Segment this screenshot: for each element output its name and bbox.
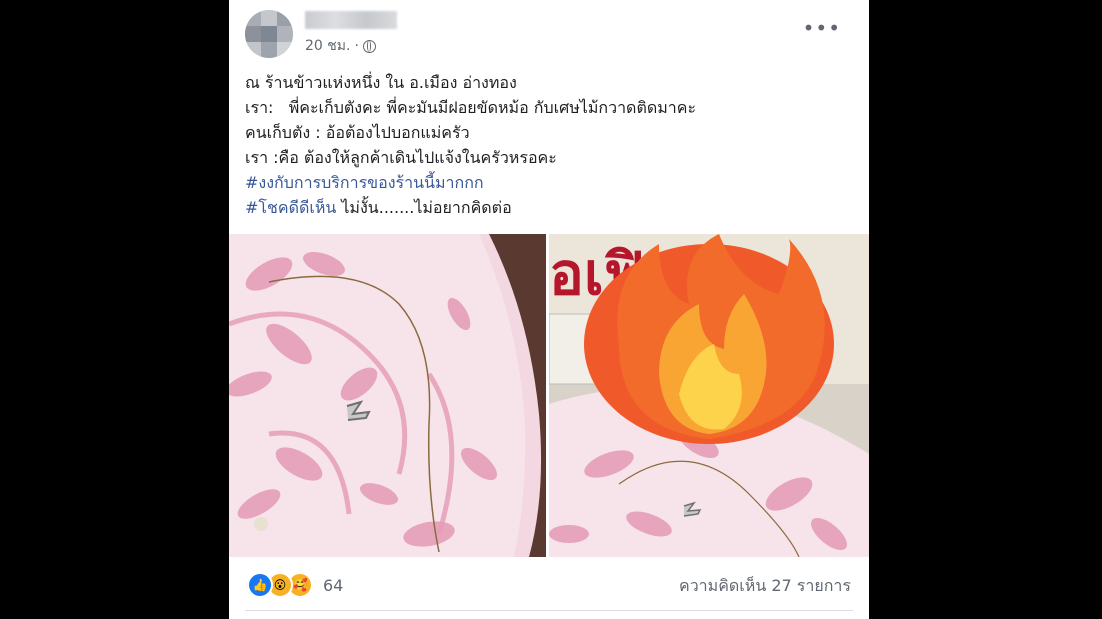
photo-plate-left[interactable] xyxy=(229,234,546,557)
post-meta: 20 ชม. · xyxy=(305,35,376,57)
post-line: เรา :คือ ต้องให้ลูกค้าเดินไปแจ้งในครัวหร… xyxy=(245,148,557,167)
hashtag-link[interactable]: #งงกับการบริการของร้านนี้มากกก xyxy=(245,173,484,192)
reaction-summary[interactable]: 👍 😮 🥰 64 xyxy=(247,572,343,598)
globe-icon xyxy=(362,39,376,53)
post-line: ณ ร้านข้าวแห่งหนึ่ง ใน อ.เมือง อ่างทอง xyxy=(245,73,517,92)
photo-plate-right[interactable]: อเฟิ xyxy=(549,234,869,557)
action-divider xyxy=(245,610,853,611)
post-card: 20 ชม. · ••• ณ ร้านข้าวแห่งหนึ่ง ใน อ.เม… xyxy=(229,0,869,619)
reaction-count[interactable]: 64 xyxy=(323,576,343,595)
hashtag-link[interactable]: #โชคดีดีเห็น xyxy=(245,198,336,217)
avatar[interactable] xyxy=(245,10,293,58)
like-reaction-icon: 👍 xyxy=(247,572,273,598)
comment-count-link[interactable]: ความคิดเห็น 27 รายการ xyxy=(679,574,851,599)
timestamp[interactable]: 20 ชม. xyxy=(305,35,350,57)
meta-separator: · xyxy=(354,38,359,54)
post-line-end: ไม่งั้น.......ไม่อยากคิดต่อ xyxy=(336,198,512,217)
photo-grid: อเฟิ xyxy=(229,234,869,557)
author-name-redacted[interactable] xyxy=(305,11,397,29)
post-line: เรา: พี่คะเก็บตังคะ พี่คะมันมีฝอยขัดหม้อ… xyxy=(245,98,697,117)
post-line: คนเก็บตัง : อ้อต้องไปบอกแม่ครัว xyxy=(245,123,470,142)
more-horizontal-icon[interactable]: ••• xyxy=(803,18,841,38)
post-text: ณ ร้านข้าวแห่งหนึ่ง ใน อ.เมือง อ่างทอง เ… xyxy=(245,70,855,220)
